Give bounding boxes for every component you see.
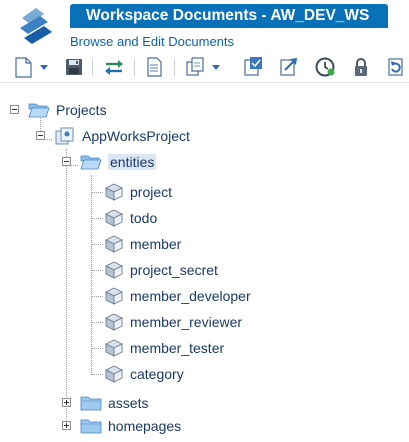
entity-label: project_secret: [130, 262, 218, 278]
window-title: Workspace Documents - AW_DEV_WS: [70, 4, 388, 28]
tree-connector: [91, 296, 103, 297]
export-icon: [280, 58, 297, 76]
entity-item[interactable]: member_reviewer: [104, 311, 242, 333]
collapse-toggle[interactable]: [36, 131, 45, 140]
entity-cube-icon: [104, 287, 124, 305]
entity-cube-icon: [104, 183, 124, 201]
entity-cube-icon: [104, 313, 124, 331]
tree-connector: [91, 218, 103, 219]
folder-icon: [80, 419, 102, 434]
toolbar-separator: [134, 59, 135, 76]
sync-arrows-icon: [105, 60, 123, 75]
document-tree: Projects AppWorksProject entities projec…: [0, 90, 409, 442]
entity-label: member_developer: [130, 288, 251, 304]
appworks-logo-icon: [20, 8, 52, 44]
entity-cube-icon: [104, 235, 124, 253]
tree-connector: [91, 322, 103, 323]
entity-item[interactable]: member_developer: [104, 285, 251, 307]
entity-label: category: [130, 366, 184, 382]
entity-label: member_reviewer: [130, 314, 243, 330]
refresh-icon: [388, 58, 403, 76]
refresh-button[interactable]: [384, 55, 408, 79]
toolbar-separator: [174, 59, 175, 76]
entity-label: todo: [130, 210, 158, 226]
expand-toggle[interactable]: [62, 398, 71, 407]
collapse-toggle[interactable]: [10, 105, 19, 114]
window-subtitle: Browse and Edit Documents: [70, 34, 235, 49]
save-button[interactable]: [62, 55, 86, 79]
tree-node-label: homepages: [108, 418, 182, 434]
save-icon: [66, 59, 82, 75]
history-button[interactable]: [312, 55, 338, 79]
tree-node-entities[interactable]: entities: [80, 151, 157, 173]
tree-node-label: AppWorksProject: [82, 128, 190, 144]
tree-node-label: assets: [108, 395, 149, 411]
tree-connector: [91, 270, 103, 271]
toolbar-separator: [92, 59, 93, 76]
entity-item[interactable]: todo: [104, 207, 157, 229]
entity-cube-icon: [104, 339, 124, 357]
export-button[interactable]: [276, 55, 302, 79]
app-header: Workspace Documents - AW_DEV_WS Browse a…: [0, 0, 409, 50]
entity-item[interactable]: member: [104, 233, 181, 255]
publish-icon: [244, 57, 262, 76]
tree-node-assets[interactable]: assets: [80, 392, 148, 414]
entity-cube-icon: [104, 261, 124, 279]
copy-button[interactable]: [184, 55, 224, 79]
tree-connector: [91, 192, 103, 193]
tree-connector: [91, 175, 92, 375]
expand-toggle[interactable]: [62, 421, 71, 430]
new-document-button[interactable]: [12, 55, 52, 79]
entity-item[interactable]: project_secret: [104, 259, 218, 281]
tree-connector: [91, 348, 103, 349]
lock-button[interactable]: [348, 55, 374, 79]
tree-connector: [66, 149, 67, 427]
project-icon: [55, 127, 74, 145]
collapse-toggle[interactable]: [62, 157, 71, 166]
properties-button[interactable]: [142, 55, 166, 79]
entity-cube-icon: [104, 209, 124, 227]
entity-item[interactable]: category: [104, 363, 184, 385]
tree-node-projects[interactable]: Projects: [28, 99, 107, 121]
new-document-icon: [15, 57, 48, 78]
entity-label: member_tester: [130, 340, 225, 356]
properties-page-icon: [147, 57, 162, 77]
toolbar: [0, 52, 409, 83]
history-clock-icon: [315, 57, 335, 77]
entity-item[interactable]: member_tester: [104, 337, 224, 359]
tree-connector: [91, 374, 103, 375]
tree-connector: [91, 244, 103, 245]
copy-documents-icon: [186, 57, 220, 76]
folder-icon: [80, 396, 102, 411]
entity-cube-icon: [104, 365, 124, 383]
tree-node-label: entities: [108, 154, 157, 170]
entity-label: project: [130, 184, 173, 200]
entity-item[interactable]: project: [104, 181, 172, 203]
tree-node-homepages[interactable]: homepages: [80, 415, 181, 437]
publish-button[interactable]: [240, 55, 266, 79]
lock-icon: [355, 58, 367, 76]
entity-label: member: [130, 236, 182, 252]
open-folder-icon: [28, 103, 50, 118]
sync-button[interactable]: [102, 55, 126, 79]
tree-node-appworksproject[interactable]: AppWorksProject: [54, 125, 190, 147]
open-folder-icon: [80, 155, 102, 170]
tree-node-label: Projects: [56, 102, 107, 118]
